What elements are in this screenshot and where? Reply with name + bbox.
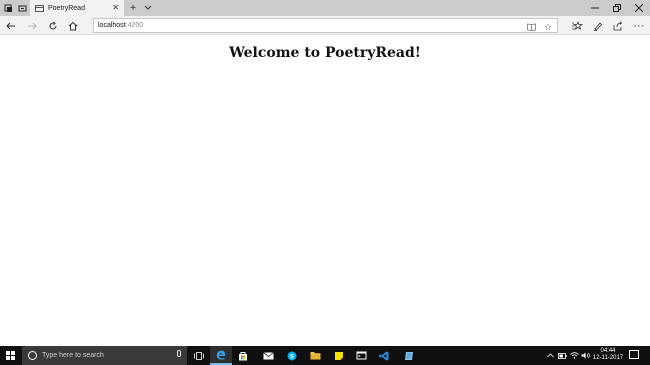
store-bag-icon[interactable]: [232, 346, 254, 365]
visual-studio-code-icon[interactable]: [373, 346, 395, 365]
volume-speaker-icon[interactable]: [580, 346, 590, 365]
microphone-icon[interactable]: [177, 350, 181, 357]
taskbar-search-box[interactable]: Type here to search: [22, 346, 187, 365]
cortana-icon: [28, 351, 37, 360]
reading-view-icon[interactable]: [525, 21, 537, 33]
search-placeholder: Type here to search: [42, 352, 104, 359]
show-hidden-icons-chevron-icon[interactable]: [546, 346, 555, 365]
clock-date: 12-11-2017: [592, 355, 624, 361]
restore-icon[interactable]: [606, 0, 628, 16]
tab-preview-chevron-icon[interactable]: [142, 0, 154, 16]
terminal-app-icon[interactable]: [350, 346, 372, 365]
close-window-icon[interactable]: [628, 0, 650, 16]
new-tab-icon[interactable]: +: [127, 0, 139, 16]
sticky-notes-icon[interactable]: [328, 346, 350, 365]
skype-icon[interactable]: S: [281, 346, 303, 365]
favorite-star-icon[interactable]: ☆: [542, 21, 554, 33]
wifi-network-icon[interactable]: [569, 346, 579, 365]
battery-icon[interactable]: [557, 346, 567, 365]
minimize-icon[interactable]: [584, 0, 606, 16]
favorites-hub-icon[interactable]: [568, 17, 586, 34]
more-options-icon[interactable]: ···: [630, 17, 648, 34]
back-arrow-icon[interactable]: [2, 17, 20, 34]
action-center-icon[interactable]: [629, 350, 639, 359]
page-icon: [35, 4, 44, 12]
close-tab-icon[interactable]: ✕: [112, 3, 119, 12]
home-icon[interactable]: [64, 17, 82, 34]
system-clock[interactable]: 04:44 12-11-2017: [591, 348, 625, 362]
task-view-icon[interactable]: [188, 346, 210, 365]
edge-browser-icon[interactable]: [210, 346, 232, 365]
file-explorer-icon[interactable]: [304, 346, 326, 365]
start-button[interactable]: [0, 346, 21, 365]
set-aside-tabs-icon[interactable]: [2, 0, 14, 16]
tab-title: PoetryRead: [48, 4, 85, 12]
page-content: Welcome to PoetryRead!: [0, 35, 650, 346]
refresh-icon[interactable]: [44, 17, 62, 34]
tabs-aside-icon[interactable]: [16, 0, 28, 16]
windows-logo-icon: [6, 351, 15, 360]
address-host: localhost: [98, 22, 126, 29]
svg-text:S: S: [290, 353, 295, 360]
clock-time: 04:44: [600, 348, 616, 354]
tab-poetryread[interactable]: PoetryRead ✕: [30, 0, 124, 16]
page-heading: Welcome to PoetryRead!: [229, 45, 421, 61]
taskbar: Type here to search S 04:44 12-11-2017: [0, 346, 650, 365]
share-icon[interactable]: [609, 17, 627, 34]
web-note-pen-icon[interactable]: [589, 17, 607, 34]
address-bar[interactable]: localhost:4200 ☆: [93, 18, 558, 33]
forward-arrow-icon[interactable]: [23, 17, 41, 34]
address-port: :4200: [125, 22, 144, 29]
navigation-bar: localhost:4200 ☆ ···: [0, 16, 650, 35]
title-bar: PoetryRead ✕ +: [0, 0, 650, 16]
mail-icon[interactable]: [257, 346, 279, 365]
notepad-app-icon[interactable]: [398, 346, 420, 365]
